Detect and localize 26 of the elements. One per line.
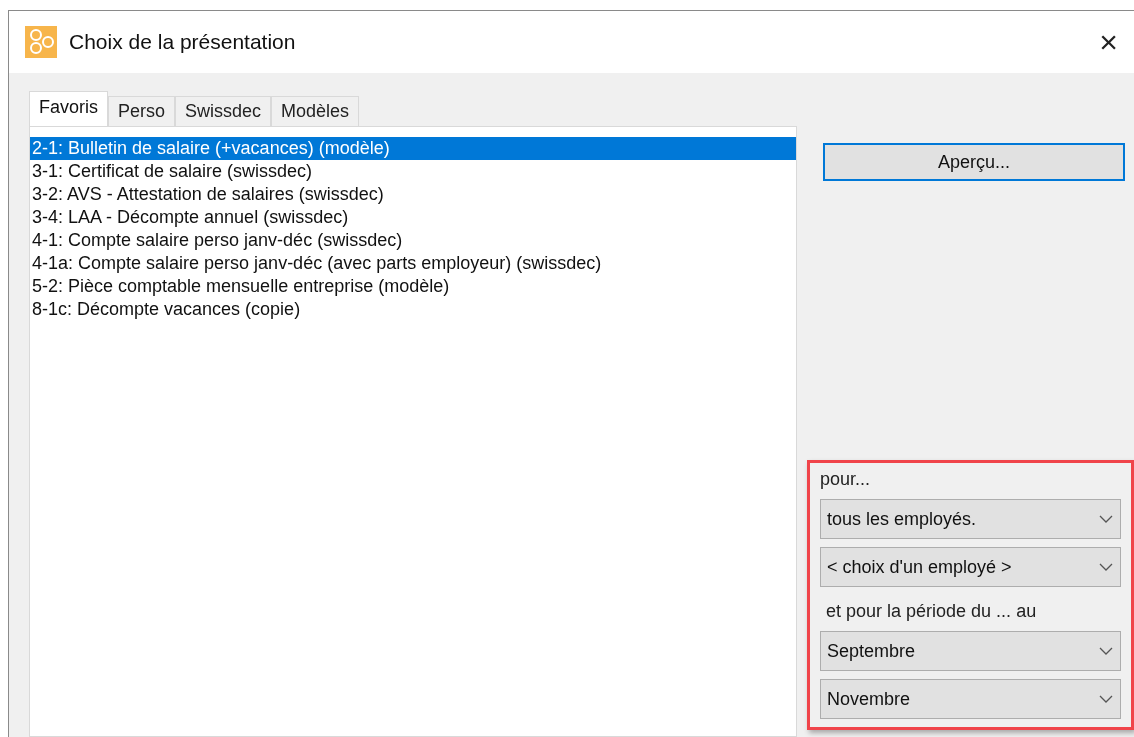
list-item[interactable]: 5-2: Pièce comptable mensuelle entreprise (modèle) (30, 275, 796, 298)
list-item[interactable]: 2-1: Bulletin de salaire (+vacances) (modèle) (30, 137, 796, 160)
tab[interactable]: Swissdec (175, 96, 272, 126)
chevron-down-icon (1098, 562, 1114, 572)
tab[interactable]: Modèles (271, 96, 360, 126)
list-item[interactable]: 4-1: Compte salaire perso janv-déc (swissdec) (30, 229, 796, 252)
list-item[interactable]: 4-1a: Compte salaire perso janv-déc (avec parts employeur) (swissdec) (30, 252, 796, 275)
filter-label: et pour la période du ... au (825, 600, 1038, 623)
chevron-down-icon (1098, 514, 1114, 524)
dropdown[interactable]: < choix d'un employé > (820, 547, 1121, 587)
filter-label: pour... (820, 468, 872, 491)
list-item[interactable]: 3-4: LAA - Décompte annuel (swissdec) (30, 206, 796, 229)
dropdown[interactable]: tous les employés. (820, 499, 1121, 539)
close-button[interactable]: × (1099, 26, 1118, 58)
list-item[interactable]: 3-1: Certificat de salaire (swissdec) (30, 160, 796, 183)
dropdown[interactable]: Septembre (820, 631, 1121, 671)
window-title: Choix de la présentation (69, 29, 296, 56)
list-item[interactable]: 8-1c: Décompte vacances (copie) (30, 298, 796, 321)
chevron-down-icon (1098, 694, 1114, 704)
tab[interactable]: Favoris (29, 91, 108, 126)
app-logo-icon (25, 26, 57, 58)
chevron-down-icon (1098, 646, 1114, 656)
dropdown[interactable]: Novembre (820, 679, 1121, 719)
preview-button[interactable]: Aperçu... (823, 143, 1125, 181)
tab[interactable]: Perso (108, 96, 176, 126)
list-item[interactable]: 3-2: AVS - Attestation de salaires (swissdec) (30, 183, 796, 206)
